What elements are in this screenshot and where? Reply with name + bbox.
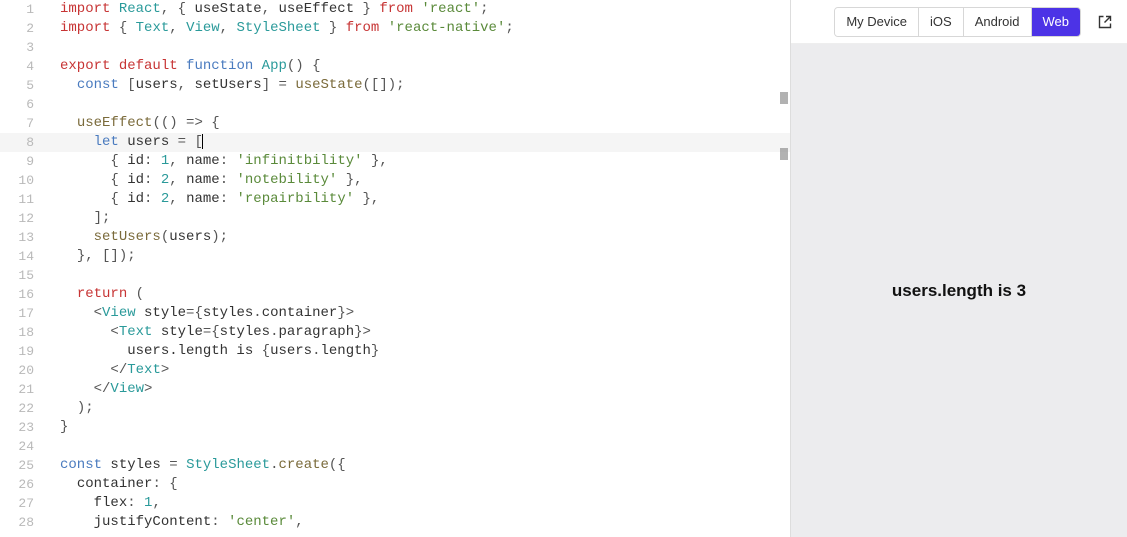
- code-line[interactable]: 8 let users = [: [0, 133, 790, 152]
- line-number: 17: [0, 304, 52, 323]
- code-content[interactable]: ];: [52, 209, 790, 228]
- code-line[interactable]: 5 const [users, setUsers] = useState([])…: [0, 76, 790, 95]
- code-content[interactable]: </Text>: [52, 361, 790, 380]
- line-number: 5: [0, 76, 52, 95]
- code-content[interactable]: users.length is {users.length}: [52, 342, 790, 361]
- open-external-icon[interactable]: [1095, 12, 1115, 32]
- line-number: 3: [0, 38, 52, 57]
- code-line[interactable]: 2import { Text, View, StyleSheet } from …: [0, 19, 790, 38]
- line-number: 23: [0, 418, 52, 437]
- line-number: 15: [0, 266, 52, 285]
- code-content[interactable]: [52, 266, 790, 285]
- preview-header: My Device iOS Android Web: [791, 0, 1127, 44]
- code-content[interactable]: );: [52, 399, 790, 418]
- code-content[interactable]: import React, { useState, useEffect } fr…: [52, 0, 790, 19]
- line-number: 13: [0, 228, 52, 247]
- line-number: 25: [0, 456, 52, 475]
- code-line[interactable]: 28 justifyContent: 'center',: [0, 513, 790, 532]
- preview-output-text: users.length is 3: [892, 282, 1026, 299]
- code-content[interactable]: container: {: [52, 475, 790, 494]
- line-number: 19: [0, 342, 52, 361]
- tab-my-device[interactable]: My Device: [835, 8, 919, 36]
- code-line[interactable]: 10 { id: 2, name: 'notebility' },: [0, 171, 790, 190]
- code-content[interactable]: import { Text, View, StyleSheet } from '…: [52, 19, 790, 38]
- code-line[interactable]: 1import React, { useState, useEffect } f…: [0, 0, 790, 19]
- code-line[interactable]: 23}: [0, 418, 790, 437]
- code-content[interactable]: let users = [: [52, 133, 790, 152]
- code-content[interactable]: return (: [52, 285, 790, 304]
- code-content[interactable]: { id: 2, name: 'notebility' },: [52, 171, 790, 190]
- tab-web[interactable]: Web: [1032, 8, 1081, 36]
- code-content[interactable]: justifyContent: 'center',: [52, 513, 790, 532]
- line-number: 18: [0, 323, 52, 342]
- code-line[interactable]: 7 useEffect(() => {: [0, 114, 790, 133]
- code-line[interactable]: 17 <View style={styles.container}>: [0, 304, 790, 323]
- tab-ios[interactable]: iOS: [919, 8, 964, 36]
- code-line[interactable]: 15: [0, 266, 790, 285]
- code-content[interactable]: flex: 1,: [52, 494, 790, 513]
- code-content[interactable]: <Text style={styles.paragraph}>: [52, 323, 790, 342]
- line-number: 14: [0, 247, 52, 266]
- line-number: 28: [0, 513, 52, 532]
- code-line[interactable]: 25const styles = StyleSheet.create({: [0, 456, 790, 475]
- code-content[interactable]: const [users, setUsers] = useState([]);: [52, 76, 790, 95]
- code-content[interactable]: { id: 1, name: 'infinitbility' },: [52, 152, 790, 171]
- code-line[interactable]: 27 flex: 1,: [0, 494, 790, 513]
- code-content[interactable]: }: [52, 418, 790, 437]
- code-content[interactable]: }, []);: [52, 247, 790, 266]
- line-number: 22: [0, 399, 52, 418]
- platform-tabs: My Device iOS Android Web: [834, 7, 1081, 37]
- line-number: 1: [0, 0, 52, 19]
- tab-android[interactable]: Android: [964, 8, 1032, 36]
- line-number: 6: [0, 95, 52, 114]
- minimap-marker[interactable]: [780, 92, 788, 104]
- line-number: 12: [0, 209, 52, 228]
- line-number: 8: [0, 133, 52, 152]
- code-content[interactable]: <View style={styles.container}>: [52, 304, 790, 323]
- code-line[interactable]: 22 );: [0, 399, 790, 418]
- line-number: 4: [0, 57, 52, 76]
- code-line[interactable]: 13 setUsers(users);: [0, 228, 790, 247]
- line-number: 2: [0, 19, 52, 38]
- line-number: 11: [0, 190, 52, 209]
- app-root: 1import React, { useState, useEffect } f…: [0, 0, 1127, 537]
- line-number: 7: [0, 114, 52, 133]
- code-line[interactable]: 19 users.length is {users.length}: [0, 342, 790, 361]
- code-line[interactable]: 26 container: {: [0, 475, 790, 494]
- code-content[interactable]: [52, 38, 790, 57]
- code-content[interactable]: { id: 2, name: 'repairbility' },: [52, 190, 790, 209]
- code-line[interactable]: 4export default function App() {: [0, 57, 790, 76]
- line-number: 24: [0, 437, 52, 456]
- code-line[interactable]: 6: [0, 95, 790, 114]
- code-editor[interactable]: 1import React, { useState, useEffect } f…: [0, 0, 790, 537]
- code-content[interactable]: useEffect(() => {: [52, 114, 790, 133]
- line-number: 21: [0, 380, 52, 399]
- minimap-marker[interactable]: [780, 148, 788, 160]
- code-content[interactable]: export default function App() {: [52, 57, 790, 76]
- code-line[interactable]: 18 <Text style={styles.paragraph}>: [0, 323, 790, 342]
- code-line[interactable]: 24: [0, 437, 790, 456]
- line-number: 20: [0, 361, 52, 380]
- preview-pane: My Device iOS Android Web users.length i…: [790, 0, 1127, 537]
- code-content[interactable]: [52, 437, 790, 456]
- line-number: 27: [0, 494, 52, 513]
- code-line[interactable]: 12 ];: [0, 209, 790, 228]
- line-number: 26: [0, 475, 52, 494]
- code-content[interactable]: </View>: [52, 380, 790, 399]
- code-line[interactable]: 20 </Text>: [0, 361, 790, 380]
- line-number: 10: [0, 171, 52, 190]
- code-content[interactable]: [52, 95, 790, 114]
- code-line[interactable]: 21 </View>: [0, 380, 790, 399]
- code-content[interactable]: setUsers(users);: [52, 228, 790, 247]
- code-line[interactable]: 11 { id: 2, name: 'repairbility' },: [0, 190, 790, 209]
- preview-viewport: users.length is 3: [791, 44, 1127, 537]
- code-line[interactable]: 3: [0, 38, 790, 57]
- line-number: 16: [0, 285, 52, 304]
- code-line[interactable]: 16 return (: [0, 285, 790, 304]
- code-content[interactable]: const styles = StyleSheet.create({: [52, 456, 790, 475]
- code-area[interactable]: 1import React, { useState, useEffect } f…: [0, 0, 790, 532]
- code-line[interactable]: 14 }, []);: [0, 247, 790, 266]
- code-line[interactable]: 9 { id: 1, name: 'infinitbility' },: [0, 152, 790, 171]
- line-number: 9: [0, 152, 52, 171]
